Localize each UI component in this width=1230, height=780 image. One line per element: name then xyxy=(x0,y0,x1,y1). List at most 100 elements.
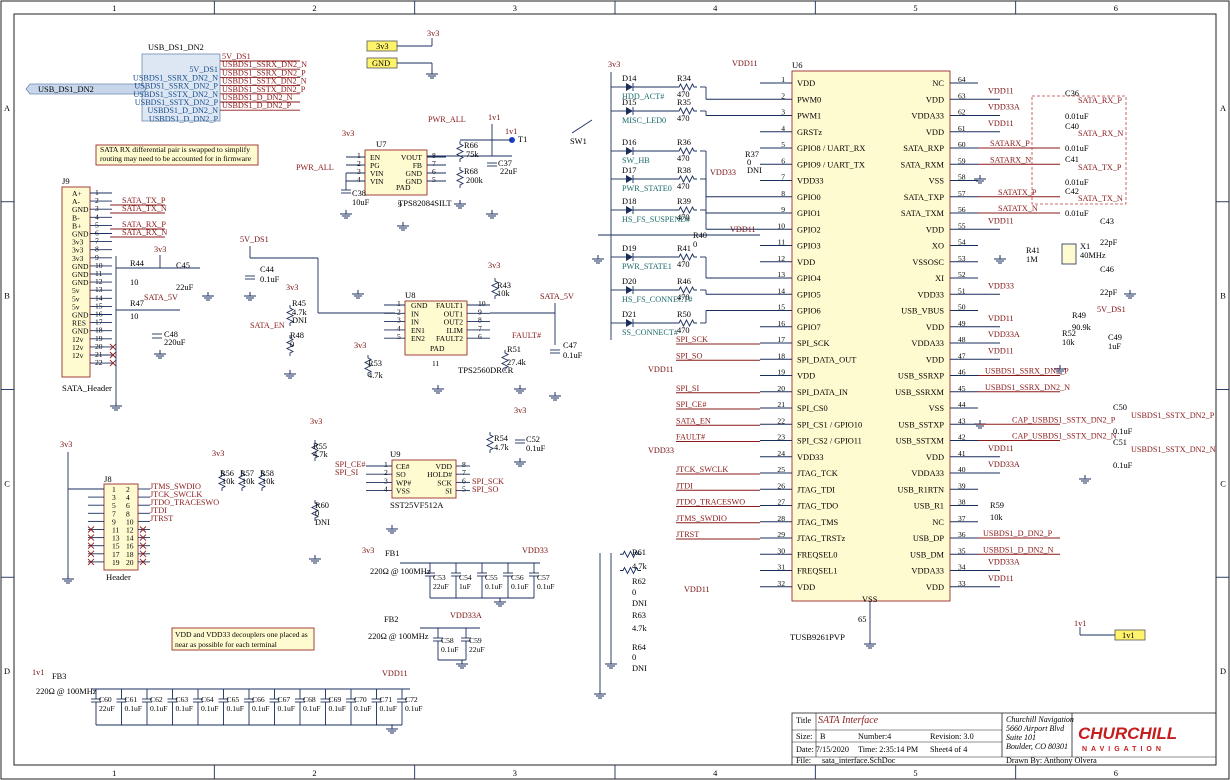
u6-pin-name: SPI_DATA_IN xyxy=(797,388,848,397)
u6-pin-name: SATA_TXM xyxy=(901,209,945,218)
u6-pin-name: GPIO7 xyxy=(797,323,821,332)
svg-text:TUSB9261PVP: TUSB9261PVP xyxy=(790,632,845,642)
svg-text:40MHz: 40MHz xyxy=(1080,251,1106,260)
svg-text:File:: File: xyxy=(796,756,811,765)
u6-power-label: VDD33A xyxy=(988,103,1020,112)
svg-text:FB2: FB2 xyxy=(384,615,398,624)
svg-text:3v3: 3v3 xyxy=(376,42,389,51)
u6-pin-name: VDD xyxy=(926,323,944,332)
svg-text:SATA_RX_N: SATA_RX_N xyxy=(1078,129,1123,138)
cap-ref: C55 xyxy=(485,573,498,582)
led-resistor-value: 470 xyxy=(677,182,690,191)
u6-pin-name: SATA_TXP xyxy=(904,193,945,202)
u9-pin-number: 5 xyxy=(462,485,466,494)
note-sata-rx: SATA RX differential pair is swapped to … xyxy=(95,144,259,166)
u7-pin-name: VIN xyxy=(370,177,384,186)
u6-left-net: JTCK_SWCLK xyxy=(676,465,728,474)
svg-text:VDD33: VDD33 xyxy=(710,168,736,177)
u6-pin-name: USB_R1 xyxy=(914,502,944,511)
u6-pin-name: JTAG_TDO xyxy=(797,502,838,511)
u6-pin-name: VDD xyxy=(926,128,944,137)
cap-ref: C64 xyxy=(201,695,214,704)
u6-pin-name: USB_SSTXM xyxy=(896,437,945,446)
u6-pin-name: FREQSEL0 xyxy=(797,550,838,559)
u6-pin-name: GRSTz xyxy=(797,128,822,137)
cap-ref: C67 xyxy=(278,695,291,704)
cap-value: 0.1uF xyxy=(405,704,423,713)
svg-text:0.1uF: 0.1uF xyxy=(1113,427,1133,436)
u6-pin-name: VDD xyxy=(926,583,944,592)
svg-text:C38: C38 xyxy=(352,189,366,198)
svg-text:10: 10 xyxy=(130,278,138,287)
svg-text:4.7k: 4.7k xyxy=(313,450,328,459)
u6-pin-name: VDD xyxy=(797,258,815,267)
u6-pin-name: GPIO2 xyxy=(797,225,821,234)
led-net: SS_CONNECT# xyxy=(622,328,678,337)
svg-text:U8: U8 xyxy=(405,290,416,300)
svg-text:220Ω @ 100MHz: 220Ω @ 100MHz xyxy=(368,632,429,641)
svg-text:Churchill Navigation: Churchill Navigation xyxy=(1006,715,1074,724)
svg-text:R53: R53 xyxy=(368,359,382,368)
svg-text:PWR_ALL: PWR_ALL xyxy=(428,115,466,124)
svg-text:VDD33: VDD33 xyxy=(648,446,674,455)
u6-pin-name: USB_SSRXM xyxy=(895,388,944,397)
cap-ref: C62 xyxy=(150,695,163,704)
u6-right-net: USBDS1_D_DN2_P xyxy=(983,529,1053,538)
row-label: B xyxy=(4,292,10,301)
u6-pin-name: VDD xyxy=(926,453,944,462)
svg-text:SATA_TX_N: SATA_TX_N xyxy=(1078,194,1123,203)
u6-left-net: SPI_CE# xyxy=(676,400,706,409)
svg-text:DNI: DNI xyxy=(315,518,330,527)
led-ref: D14 xyxy=(622,74,637,83)
u6-pin-name: SATA_RXP xyxy=(903,144,944,153)
svg-text:J8: J8 xyxy=(104,474,112,484)
u6-pin-name: JTAG_TRSTz xyxy=(797,534,845,543)
u6-left-net: SPI_SCK xyxy=(676,335,708,344)
svg-text:DNI: DNI xyxy=(747,166,762,175)
u6-pin-name: NC xyxy=(932,79,944,88)
svg-text:R49: R49 xyxy=(1072,311,1086,320)
column-label: 5 xyxy=(913,769,917,778)
cap-ref: C65 xyxy=(227,695,240,704)
svg-text:0.1uF: 0.1uF xyxy=(260,275,280,284)
svg-text:Number:4: Number:4 xyxy=(858,732,891,741)
u9-pin-number: 4 xyxy=(384,485,388,494)
svg-text:NAVIGATION: NAVIGATION xyxy=(1082,746,1165,753)
cap-ref: C70 xyxy=(354,695,367,704)
svg-text:SATA_TX_P: SATA_TX_P xyxy=(1078,163,1122,172)
svg-text:SW1: SW1 xyxy=(570,137,587,146)
cap-value: 0.1uF xyxy=(537,582,555,591)
svg-text:USB_DS1_DN2: USB_DS1_DN2 xyxy=(148,43,204,52)
svg-text:3v3: 3v3 xyxy=(362,546,374,555)
svg-text:C47: C47 xyxy=(563,341,577,350)
svg-text:Title: Title xyxy=(796,716,812,725)
u6-power-label: VDD11 xyxy=(988,574,1014,583)
u6-left-net: SATA_EN xyxy=(676,416,711,425)
svg-text:R45: R45 xyxy=(292,299,306,308)
column-label: 5 xyxy=(913,4,917,13)
u6-pin-name: JTAG_TMS xyxy=(797,518,839,527)
led-resistor-ref: R35 xyxy=(677,98,691,107)
svg-text:10k: 10k xyxy=(1062,338,1075,347)
u6-right-net: USBDS1_D_DN2_N xyxy=(983,545,1054,554)
note-decoupling: VDD and VDD33 decouplers one placed as n… xyxy=(171,627,315,651)
cap-ref: C63 xyxy=(176,695,189,704)
cap-ref: C58 xyxy=(441,636,454,645)
u6-right-net: SATARX_P xyxy=(990,139,1030,148)
u6-pin-name: JTAG_TDI xyxy=(797,485,835,494)
cap-value: 22uF xyxy=(469,645,485,654)
svg-text:DNI: DNI xyxy=(632,664,647,673)
u6-pin-name: VSS xyxy=(929,177,945,186)
u6-pin-name: VDD xyxy=(926,355,944,364)
svg-text:SATA_Header: SATA_Header xyxy=(62,383,112,393)
svg-text:0.01uF: 0.01uF xyxy=(1065,144,1089,153)
row-label: B xyxy=(1220,292,1226,301)
cap-ref: C69 xyxy=(329,695,342,704)
cap-value: 0.1uF xyxy=(441,645,459,654)
led-net: PWR_STATE0 xyxy=(622,184,672,193)
svg-text:1v1: 1v1 xyxy=(488,113,500,122)
svg-text:10k: 10k xyxy=(242,477,255,486)
u6-pin-name: GPIO0 xyxy=(797,193,821,202)
svg-text:R64: R64 xyxy=(632,643,647,652)
j9-pin-number: 22 xyxy=(95,358,103,367)
